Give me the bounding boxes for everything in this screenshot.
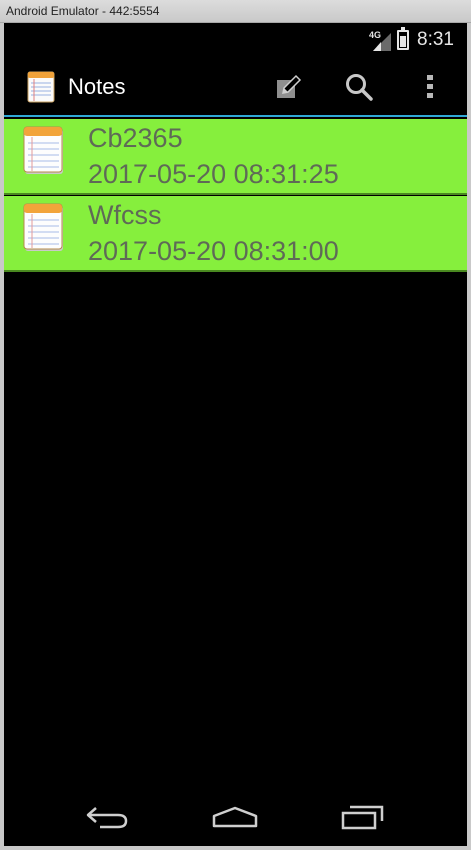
note-date: 2017-05-20 08:31:25 bbox=[88, 159, 339, 189]
home-button[interactable] bbox=[210, 798, 260, 834]
note-date: 2017-05-20 08:31:00 bbox=[88, 236, 339, 266]
note-title: Cb2365 bbox=[88, 123, 183, 153]
note-list-item[interactable]: Cb2365 2017-05-20 08:31:25 bbox=[4, 119, 467, 195]
cell-signal-icon: 4G bbox=[369, 30, 393, 51]
notepad-app-icon bbox=[27, 71, 55, 103]
emulator-frame-bottom bbox=[0, 846, 471, 850]
action-bar: Notes bbox=[4, 57, 467, 117]
back-icon bbox=[86, 807, 128, 829]
note-icon bbox=[23, 126, 63, 174]
compose-button[interactable] bbox=[269, 69, 305, 105]
device-screen: 4G 8:31 Notes Cb2365 2017-05-20 08:31:25… bbox=[4, 23, 467, 846]
navigation-bar bbox=[4, 786, 467, 846]
back-button[interactable] bbox=[82, 798, 132, 834]
recents-button[interactable] bbox=[338, 798, 388, 834]
status-bar: 4G 8:31 bbox=[4, 23, 467, 57]
recents-icon bbox=[341, 805, 384, 830]
note-list-item[interactable]: Wfcss 2017-05-20 08:31:00 bbox=[4, 196, 467, 272]
overflow-menu-icon bbox=[427, 75, 433, 98]
notes-list: Cb2365 2017-05-20 08:31:25 Wfcss 2017-05… bbox=[4, 119, 467, 273]
compose-icon bbox=[277, 74, 302, 98]
search-button[interactable] bbox=[341, 69, 377, 105]
search-icon bbox=[346, 74, 373, 101]
emulator-window-title: Android Emulator - 442:5554 bbox=[6, 4, 160, 18]
overflow-menu-button[interactable] bbox=[412, 69, 448, 105]
emulator-frame-right bbox=[467, 23, 471, 850]
app-title: Notes bbox=[68, 74, 126, 99]
note-title: Wfcss bbox=[88, 200, 162, 230]
home-icon bbox=[212, 806, 258, 828]
status-clock: 8:31 bbox=[417, 29, 454, 50]
battery-icon bbox=[397, 27, 409, 50]
emulator-titlebar: Android Emulator - 442:5554 bbox=[0, 0, 471, 23]
note-icon bbox=[23, 203, 63, 251]
